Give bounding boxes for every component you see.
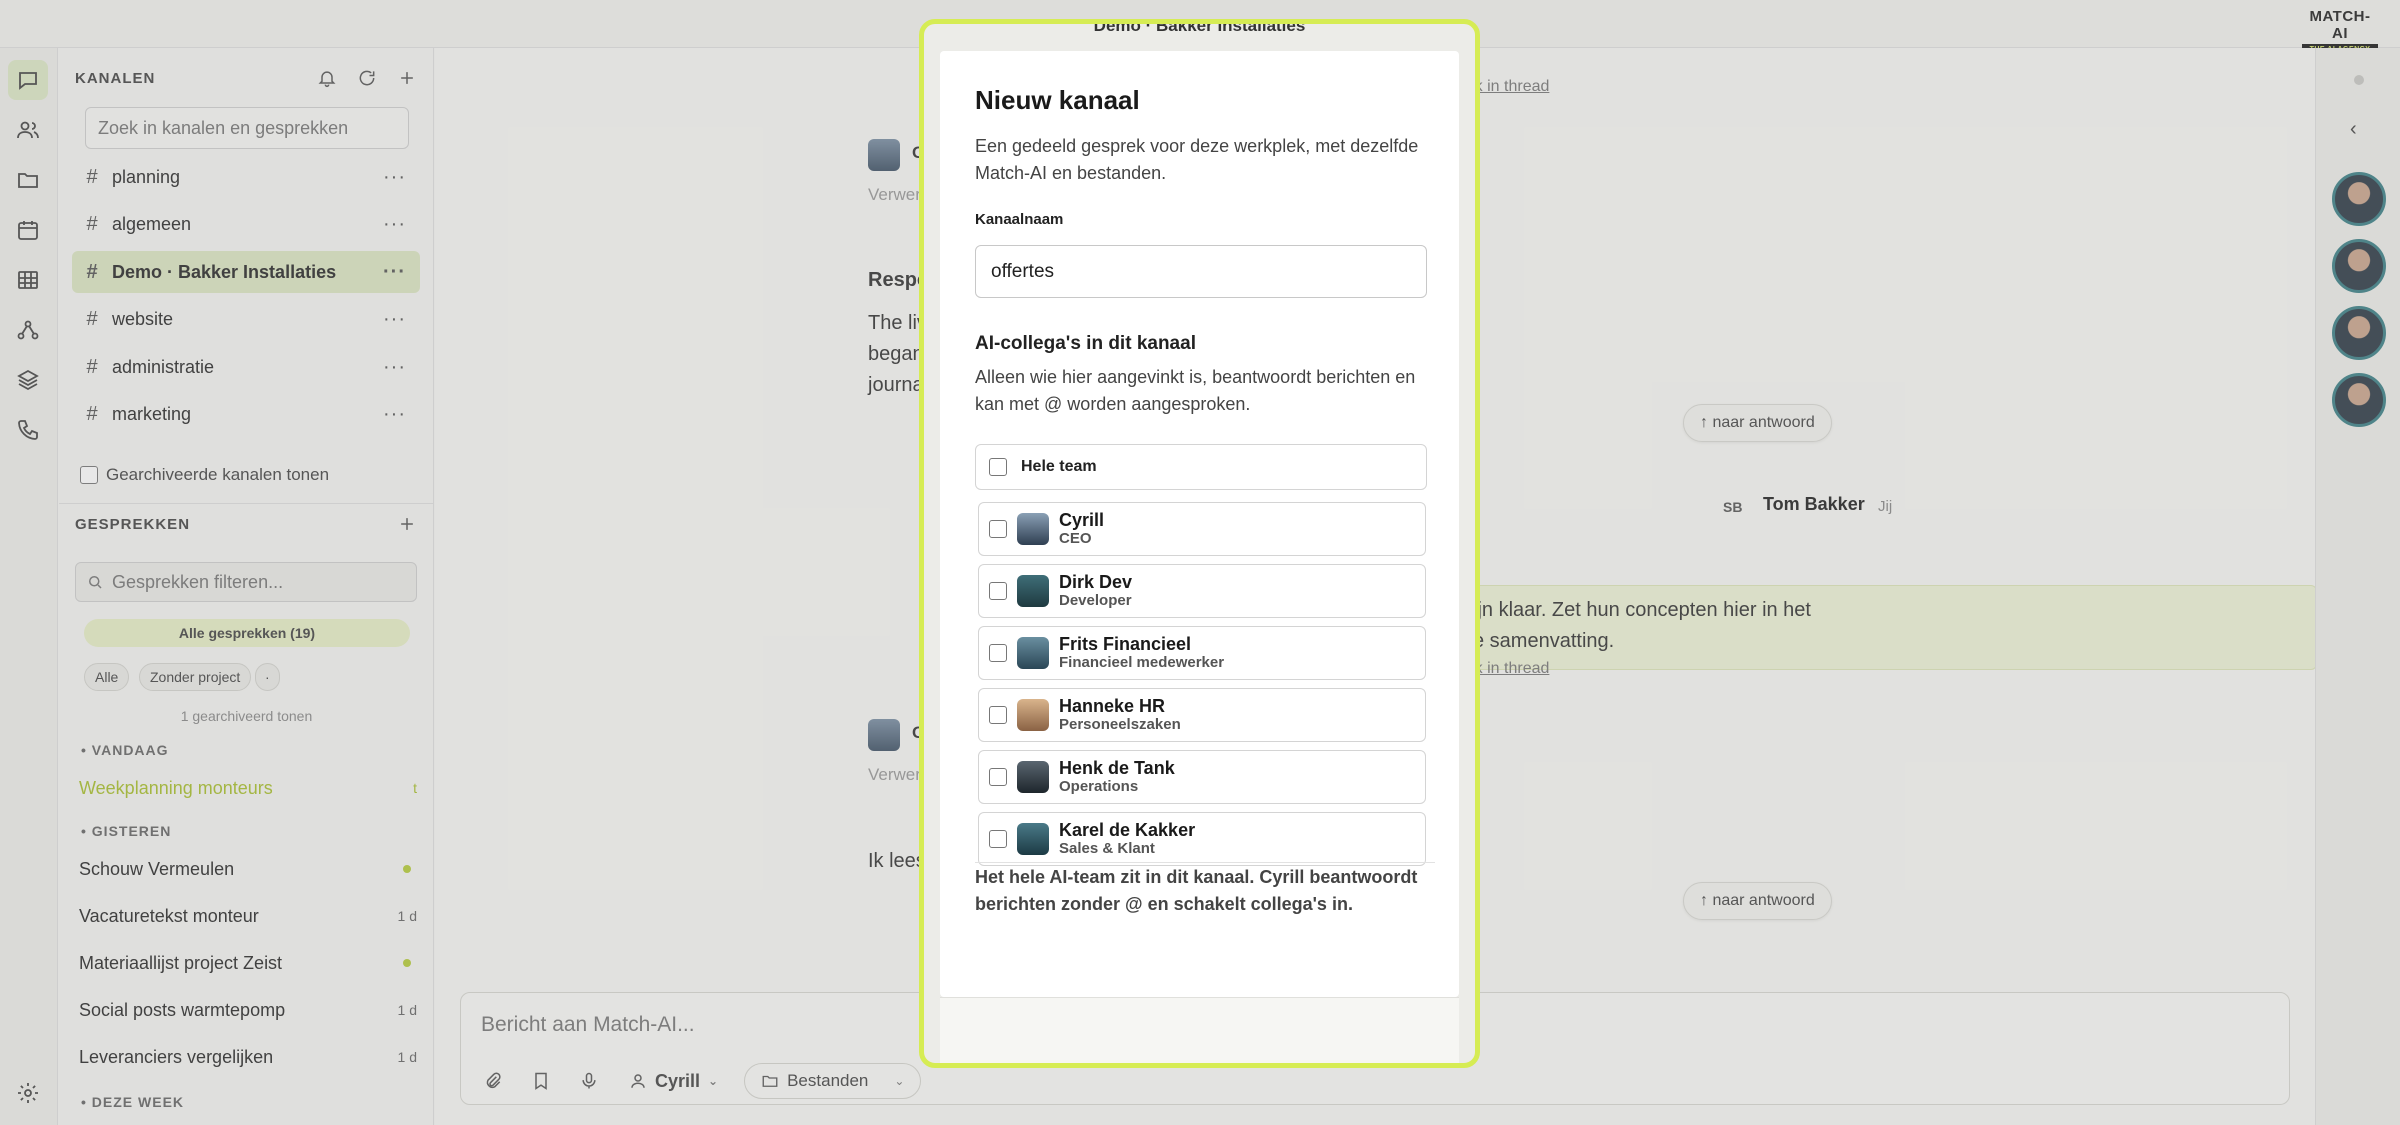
dialog-top-title: Demo · Bakker Installaties bbox=[1093, 19, 1306, 35]
agent-role: CEO bbox=[1059, 530, 1092, 547]
agent-text: Karel de Kakker Sales & Klant bbox=[1059, 820, 1196, 858]
agent-role: Developer bbox=[1059, 592, 1132, 609]
dialog-footer bbox=[940, 997, 1459, 1063]
agent-option[interactable]: Frits Financieel Financieel medewerker bbox=[978, 626, 1426, 680]
ai-colleagues-heading: AI-collega's in dit kanaal bbox=[975, 333, 1196, 354]
agent-name: Cyrill bbox=[1059, 510, 1105, 530]
agent-checkbox[interactable] bbox=[989, 582, 1007, 600]
agent-text: Hanneke HR Personeelszaken bbox=[1059, 696, 1181, 734]
channel-name-input[interactable] bbox=[975, 245, 1427, 298]
agent-text: Dirk Dev Developer bbox=[1059, 572, 1133, 610]
agent-checkbox[interactable] bbox=[989, 520, 1007, 538]
dialog-description: Een gedeeld gesprek voor deze werkplek, … bbox=[975, 136, 1419, 183]
agent-checkbox[interactable] bbox=[989, 830, 1007, 848]
avatar bbox=[1017, 513, 1049, 545]
avatar bbox=[1017, 761, 1049, 793]
avatar bbox=[1017, 823, 1049, 855]
agent-name: Dirk Dev bbox=[1059, 572, 1133, 592]
whole-team-checkbox[interactable] bbox=[989, 458, 1007, 476]
agent-role: Sales & Klant bbox=[1059, 840, 1155, 857]
agent-checkbox[interactable] bbox=[989, 768, 1007, 786]
new-channel-dialog: Demo · Bakker Installaties Nieuw kanaal … bbox=[919, 19, 1480, 1068]
agent-checkbox[interactable] bbox=[989, 644, 1007, 662]
agent-option[interactable]: Cyrill CEO bbox=[978, 502, 1426, 556]
whole-team-label: Hele team bbox=[1021, 458, 1097, 475]
channel-name-label: Kanaalnaam bbox=[975, 211, 1064, 228]
agent-role: Operations bbox=[1059, 778, 1139, 795]
agent-role: Personeelszaken bbox=[1059, 716, 1181, 733]
whole-team-option[interactable]: Hele team bbox=[975, 444, 1427, 490]
team-note: Het hele AI-team zit in dit kanaal. Cyri… bbox=[975, 862, 1435, 918]
avatar bbox=[1017, 575, 1049, 607]
agent-option[interactable]: Karel de Kakker Sales & Klant bbox=[978, 812, 1426, 866]
agent-checkbox[interactable] bbox=[989, 706, 1007, 724]
agent-option[interactable]: Dirk Dev Developer bbox=[978, 564, 1426, 618]
dialog-title: Nieuw kanaal bbox=[975, 85, 1140, 115]
agent-name: Karel de Kakker bbox=[1059, 820, 1196, 840]
agent-name: Frits Financieel bbox=[1059, 634, 1192, 654]
agent-option[interactable]: Henk de Tank Operations bbox=[978, 750, 1426, 804]
ai-colleagues-description: Alleen wie hier aangevinkt is, beantwoor… bbox=[975, 367, 1416, 414]
agent-name: Hanneke HR bbox=[1059, 696, 1166, 716]
agent-text: Henk de Tank Operations bbox=[1059, 758, 1175, 796]
agent-text: Frits Financieel Financieel medewerker bbox=[1059, 634, 1225, 672]
agent-text: Cyrill CEO bbox=[1059, 510, 1105, 548]
agent-name: Henk de Tank bbox=[1059, 758, 1175, 778]
avatar bbox=[1017, 699, 1049, 731]
agent-role: Financieel medewerker bbox=[1059, 654, 1225, 671]
avatar bbox=[1017, 637, 1049, 669]
dialog-card: Nieuw kanaal Een gedeeld gesprek voor de… bbox=[940, 51, 1459, 997]
agent-option[interactable]: Hanneke HR Personeelszaken bbox=[978, 688, 1426, 742]
